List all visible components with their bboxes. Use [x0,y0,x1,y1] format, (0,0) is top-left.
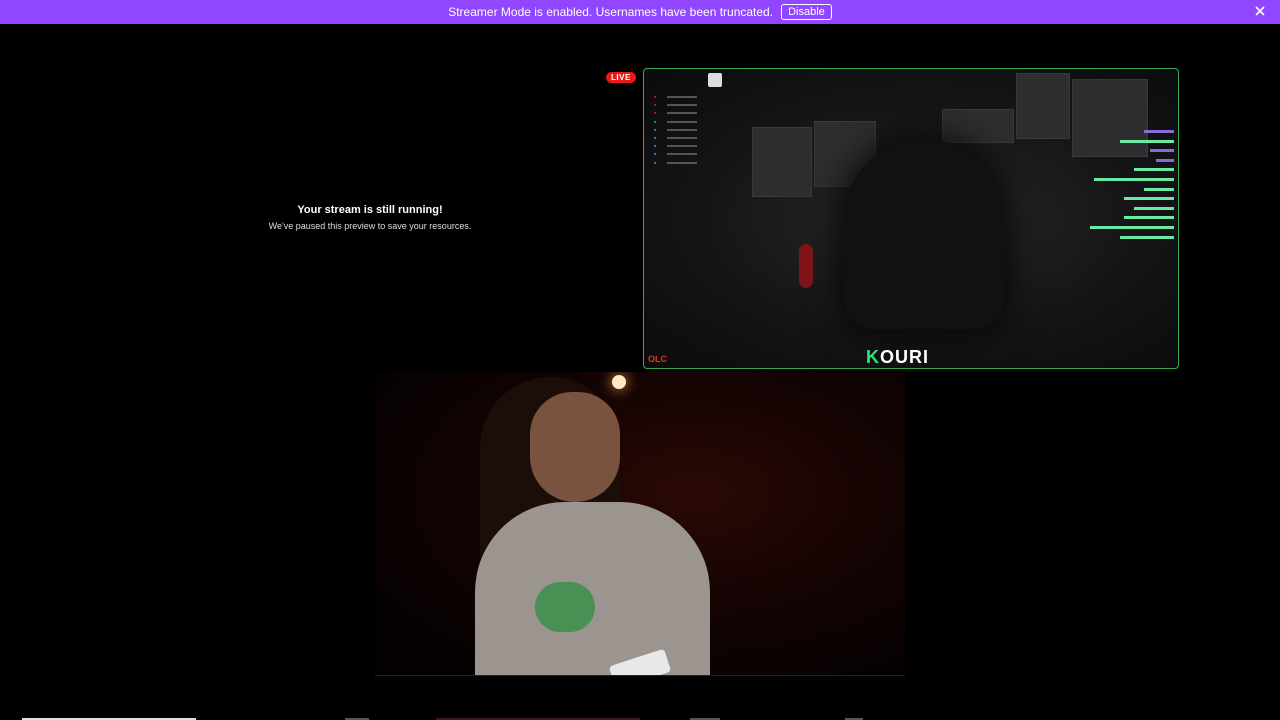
stream-corner-logo: OLC [648,354,667,364]
webcam-divider [375,675,905,676]
leaderboard-row: ■ [654,101,706,109]
leaderboard-row: ■ [654,126,706,134]
paused-title: Your stream is still running! [297,204,443,216]
lamp-light [612,375,626,389]
streamer-silhouette [844,139,1004,329]
chat-line [1054,139,1174,149]
disable-streamer-mode-button[interactable]: Disable [781,4,832,20]
chat-line [1054,187,1174,197]
chat-overlay [1054,129,1174,244]
headphone-shape [799,244,813,288]
chat-line [1054,177,1174,187]
person-shirt [475,502,710,675]
leaderboard-row: ■ [654,118,706,126]
stream-logo: KOURI [866,347,929,368]
streamer-mode-message: Streamer Mode is enabled. Usernames have… [448,5,774,19]
chat-line [1054,215,1174,225]
stream-logo-rest: OURI [880,347,929,367]
stream-logo-k: K [866,347,880,367]
chat-line [1054,167,1174,177]
leaderboard-row: ■ [654,150,706,158]
shirt-print [535,582,595,632]
wall-poster [752,127,812,197]
leaderboard-row: ■ [654,134,706,142]
webcam-video[interactable] [375,372,905,675]
leaderboard-row: ■ [654,159,706,167]
chat-line [1054,235,1174,245]
chat-line [1054,206,1174,216]
paused-preview-message: Your stream is still running! We've paus… [250,204,490,231]
chat-line [1054,129,1174,139]
wall-poster [942,109,1014,143]
leaderboard-rows: ■ ■ ■ ■ ■ ■ ■ ■ ■ [654,93,706,167]
chat-line [1054,225,1174,235]
leaderboard-overlay: ■ ■ ■ ■ ■ ■ ■ ■ ■ [650,73,724,183]
leaderboard-row: ■ [654,142,706,150]
leaderboard-logo [708,73,722,87]
leaderboard-row: ■ [654,109,706,117]
chat-line [1054,196,1174,206]
leaderboard-row: ■ [654,93,706,101]
bottom-scroll-strip[interactable] [0,716,1280,720]
stream-preview-video[interactable]: ■ ■ ■ ■ ■ ■ ■ ■ ■ OLC KOURI [643,68,1179,369]
live-badge: LIVE [606,72,636,83]
close-icon[interactable] [1252,3,1268,19]
chat-line [1054,148,1174,158]
person-face [530,392,620,502]
paused-subtitle: We've paused this preview to save your r… [268,221,472,231]
streamer-mode-banner: Streamer Mode is enabled. Usernames have… [0,0,1280,24]
chat-line [1054,158,1174,168]
